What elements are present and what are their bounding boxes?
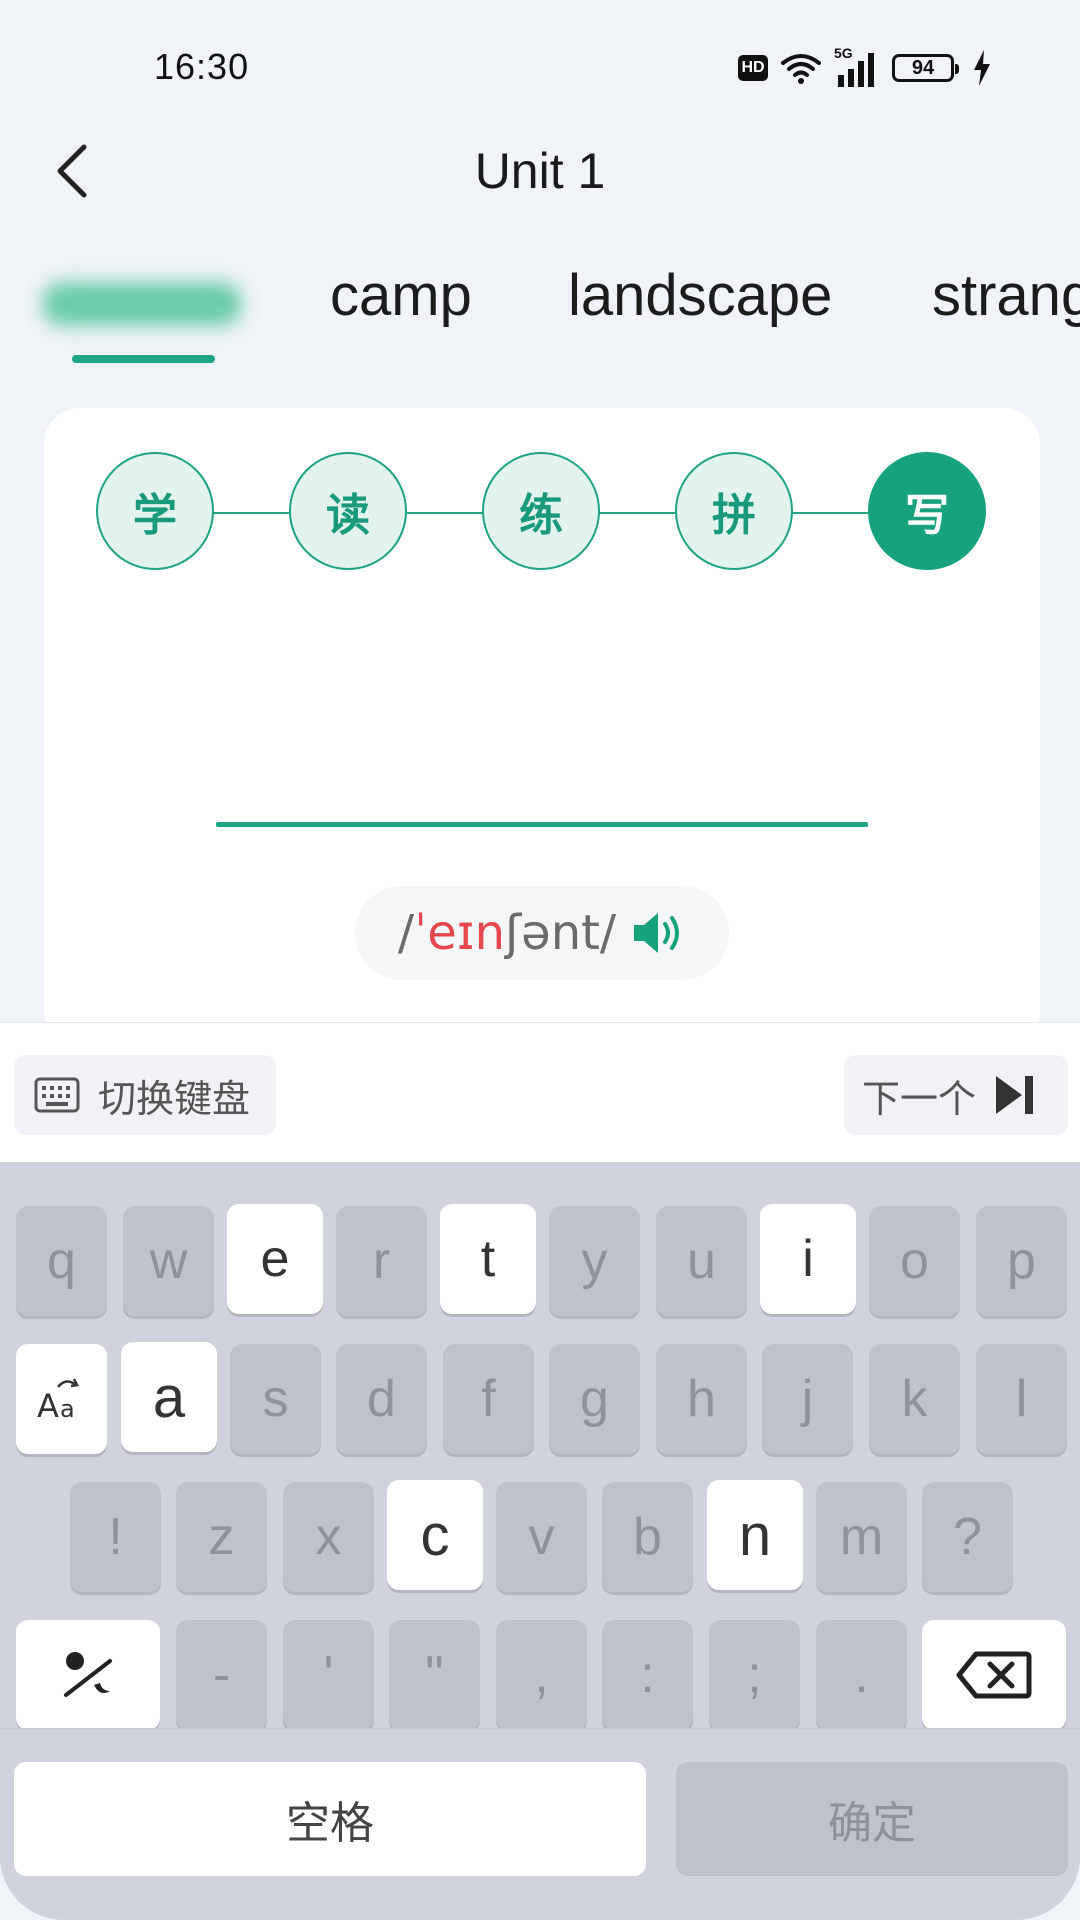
key-t[interactable]: t [440,1204,536,1314]
key-e[interactable]: e [227,1204,323,1314]
step-progress: 学 读 练 拼 写 [96,452,988,574]
key-comma[interactable]: , [496,1620,587,1730]
signal-icon: 5G [834,45,880,87]
tab-selected-indicator [72,355,215,363]
key-question[interactable]: ? [922,1482,1013,1592]
key-l[interactable]: l [976,1344,1067,1454]
key-double-quote[interactable]: " [389,1620,480,1730]
key-b[interactable]: b [602,1482,693,1592]
screen: 16:30 HD 5G 94 Unit 1 c a mp landscape str… [0,0,1080,1920]
skip-next-icon [996,1076,1034,1114]
tab-word-landscape[interactable]: landscape [568,262,832,329]
next-word-button[interactable]: 下一个 [844,1055,1068,1135]
letter-case-icon: A a [37,1378,79,1425]
key-c[interactable]: c [387,1480,483,1590]
key-p[interactable]: p [976,1206,1067,1316]
percent-icon [64,1652,112,1697]
key-apostrophe[interactable]: ' [283,1620,374,1730]
key-colon[interactable]: : [602,1620,693,1730]
key-f[interactable]: f [443,1344,534,1454]
key-k[interactable]: k [869,1344,960,1454]
switch-keyboard-label: 切换键盘 [98,1078,251,1121]
backspace-icon [956,1651,1032,1699]
hd-icon: HD [738,55,768,81]
svg-text:A: A [37,1387,59,1425]
tab-word-camp[interactable]: camp [330,262,472,329]
exercise-card: 学 读 练 拼 写 /ˈeɪnʃənt/ [44,408,1040,1048]
confirm-key[interactable]: 确定 [676,1762,1068,1876]
key-o[interactable]: o [869,1206,960,1316]
key-j[interactable]: j [762,1344,853,1454]
step-spell[interactable]: 拼 [675,452,793,570]
step-learn[interactable]: 学 [96,452,214,570]
key-exclamation[interactable]: ! [70,1482,161,1592]
status-time: 16:30 [154,46,250,87]
backspace-key[interactable] [922,1620,1066,1730]
key-y[interactable]: y [549,1206,640,1316]
key-s[interactable]: s [230,1344,321,1454]
phonetic-text: /ˈeɪnʃənt/ [397,905,617,961]
key-h[interactable]: h [656,1344,747,1454]
case-toggle-key[interactable]: A a [16,1344,107,1454]
speaker-icon [634,913,680,953]
key-x[interactable]: x [283,1482,374,1592]
symbols-key[interactable] [16,1620,160,1730]
key-z[interactable]: z [176,1482,267,1592]
wifi-icon [781,54,821,84]
phonetic-pronunciation[interactable]: /ˈeɪnʃənt/ [355,886,729,980]
key-a[interactable]: a [121,1342,217,1452]
step-practice[interactable]: 练 [482,452,600,570]
tab-word-next[interactable]: strang [932,262,1080,329]
step-write[interactable]: 写 [868,452,986,570]
key-period[interactable]: . [816,1620,907,1730]
charging-icon [974,50,990,86]
keyboard-toolbar: 切换键盘 下一个 [0,1022,1080,1163]
next-word-label: 下一个 [862,1078,977,1121]
space-key[interactable]: 空格 [14,1762,646,1876]
word-tabs: camp landscape strang [0,262,1080,372]
key-m[interactable]: m [816,1482,907,1592]
key-g[interactable]: g [549,1344,640,1454]
key-i[interactable]: i [760,1204,856,1314]
tab-word-current-blurred[interactable] [42,282,242,326]
key-q[interactable]: q [16,1206,107,1316]
status-icons: HD 5G 94 [738,45,992,90]
key-d[interactable]: d [336,1344,427,1454]
key-n[interactable]: n [707,1480,803,1590]
keyboard-icon [34,1077,80,1113]
battery-icon: 94 [892,54,959,82]
key-semicolon[interactable]: ; [709,1620,800,1730]
key-r[interactable]: r [336,1206,427,1316]
key-hyphen[interactable]: - [176,1620,267,1730]
key-w[interactable]: w [123,1206,214,1316]
key-v[interactable]: v [496,1482,587,1592]
switch-keyboard-button[interactable]: 切换键盘 [14,1055,276,1135]
step-read[interactable]: 读 [289,452,407,570]
key-u[interactable]: u [656,1206,747,1316]
page-title: Unit 1 [474,143,606,199]
svg-text:a: a [60,1395,75,1423]
answer-input-line[interactable] [216,822,868,827]
